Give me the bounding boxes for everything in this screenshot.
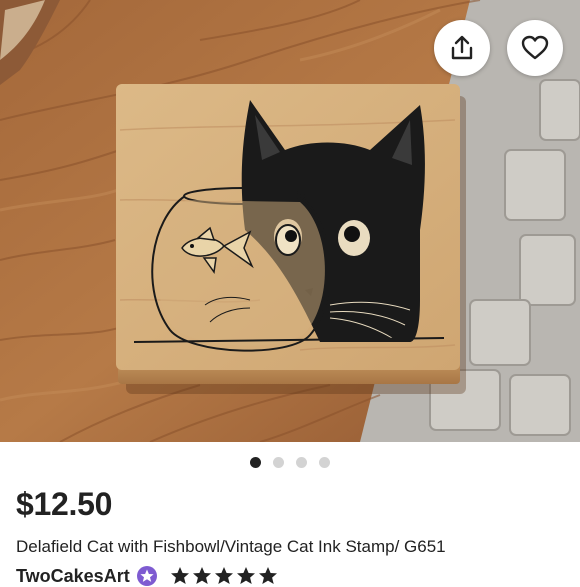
carousel-dot-2[interactable] (273, 457, 284, 468)
star-icon (236, 567, 255, 584)
star-icon (170, 567, 189, 584)
star-icon (192, 567, 211, 584)
star-seller-badge-icon (136, 566, 157, 586)
shop-name-link[interactable]: TwoCakesArt (16, 566, 130, 587)
product-price: $12.50 (16, 486, 113, 522)
product-title: Delafield Cat with Fishbowl/Vintage Cat … (16, 537, 446, 556)
carousel-dot-3[interactable] (296, 457, 307, 468)
share-button[interactable] (434, 20, 490, 76)
image-carousel-indicator[interactable] (0, 457, 580, 468)
heart-icon (521, 35, 549, 60)
shop-rating[interactable] (170, 566, 278, 586)
product-image[interactable] (0, 0, 580, 442)
favorite-button[interactable] (507, 20, 563, 76)
carousel-dot-4[interactable] (319, 457, 330, 468)
share-icon (451, 35, 473, 60)
product-photo (0, 0, 580, 442)
star-icon (214, 567, 233, 584)
carousel-dot-1[interactable] (250, 457, 261, 468)
shop-info[interactable]: TwoCakesArt (16, 565, 278, 587)
star-icon (258, 567, 277, 584)
